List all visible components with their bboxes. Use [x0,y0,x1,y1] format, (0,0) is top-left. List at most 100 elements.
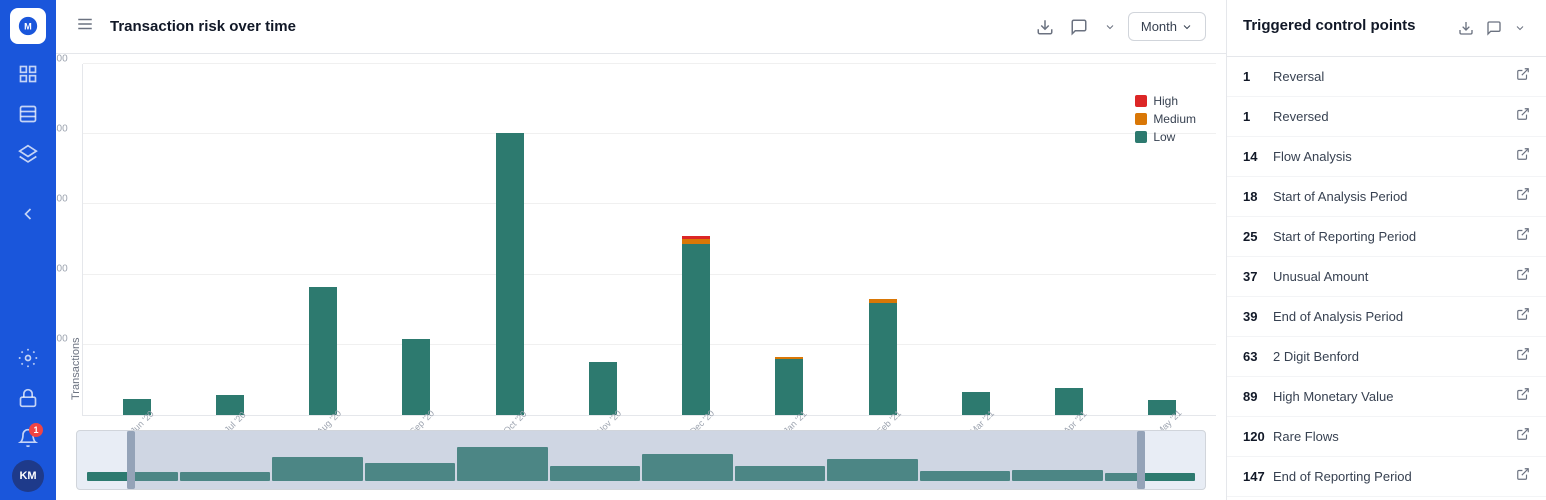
control-point-number: 18 [1243,189,1273,204]
control-point-number: 1 [1243,109,1273,124]
external-link-icon[interactable] [1516,67,1530,86]
control-point-number: 39 [1243,309,1273,324]
bar-group[interactable] [1024,64,1115,415]
bar-stack [589,278,617,415]
legend-swatch [1135,113,1147,125]
chart-title: Transaction risk over time [110,18,1024,35]
legend-item: High [1135,94,1196,108]
sidebar-item-back[interactable] [10,196,46,232]
user-avatar[interactable]: KM [12,460,44,492]
external-link-icon[interactable] [1516,107,1530,126]
bar-segment-low [869,303,897,415]
bar-group[interactable] [557,64,648,415]
mini-handle-right[interactable] [1137,431,1145,489]
download-button[interactable] [1032,14,1058,40]
control-point-number: 14 [1243,149,1273,164]
external-link-icon[interactable] [1516,307,1530,326]
control-point-item[interactable]: 18Start of Analysis Period [1227,177,1546,217]
mini-handle-left[interactable] [127,431,135,489]
external-link-icon[interactable] [1516,267,1530,286]
external-link-icon[interactable] [1516,467,1530,486]
right-panel: Triggered control points 1Reversal1Rever… [1226,0,1546,500]
logo[interactable]: M [10,8,46,44]
control-point-number: 1 [1243,69,1273,84]
bar-group[interactable] [91,64,182,415]
legend-label: Low [1153,130,1175,144]
chart-area: Transactions 500400300200100 Jun '20Jul … [56,54,1226,500]
chevron-down-icon[interactable] [1100,17,1120,37]
bar-stack [682,164,710,415]
y-tick-label: 400 [56,123,68,134]
month-dropdown-button[interactable]: Month [1128,12,1206,41]
legend-swatch [1135,131,1147,143]
control-point-item[interactable]: 1Reversal [1227,57,1546,97]
bar-group[interactable] [744,64,835,415]
grid-and-bars: 500400300200100 [82,64,1216,416]
sidebar-item-notifications[interactable]: 1 [10,420,46,456]
y-tick-label: 200 [56,264,68,275]
y-tick-label: 100 [56,334,68,345]
menu-icon[interactable] [76,15,94,38]
control-point-name: Reversed [1273,109,1516,124]
control-point-number: 147 [1243,469,1273,484]
bar-group[interactable] [651,64,742,415]
control-point-name: End of Analysis Period [1273,309,1516,324]
bar-stack [216,332,244,415]
legend-swatch [1135,95,1147,107]
bar-group[interactable] [184,64,275,415]
legend: High Medium Low [1135,94,1196,144]
notification-badge: 1 [29,423,43,437]
control-point-item[interactable]: 89High Monetary Value [1227,377,1546,417]
sidebar: M 1 KM [0,0,56,500]
mini-chart[interactable] [76,430,1206,490]
control-point-item[interactable]: 1Reversed [1227,97,1546,137]
legend-item: Low [1135,130,1196,144]
y-tick-label: 300 [56,193,68,204]
legend-item: Medium [1135,112,1196,126]
mini-selection[interactable] [127,431,1145,489]
main-content: Transaction risk over time Month Transac… [56,0,1226,500]
control-point-item[interactable]: 25Start of Reporting Period [1227,217,1546,257]
comment-button[interactable] [1066,14,1092,40]
svg-text:M: M [24,22,32,32]
bar-group[interactable] [837,64,928,415]
bar-stack [869,213,897,415]
control-point-name: 2 Digit Benford [1273,349,1516,364]
external-link-icon[interactable] [1516,427,1530,446]
sidebar-item-settings[interactable] [10,340,46,376]
bar-stack [496,101,524,415]
panel-chevron-icon[interactable] [1510,18,1530,38]
sidebar-item-layers[interactable] [10,136,46,172]
control-point-item[interactable]: 632 Digit Benford [1227,337,1546,377]
sidebar-item-security[interactable] [10,380,46,416]
control-point-number: 37 [1243,269,1273,284]
external-link-icon[interactable] [1516,187,1530,206]
control-point-number: 63 [1243,349,1273,364]
control-points-list: 1Reversal1Reversed14Flow Analysis18Start… [1227,57,1546,500]
external-link-icon[interactable] [1516,387,1530,406]
external-link-icon[interactable] [1516,227,1530,246]
bar-group[interactable] [464,64,555,415]
sidebar-item-analytics[interactable] [10,96,46,132]
control-point-item[interactable]: 147End of Reporting Period [1227,457,1546,497]
sidebar-item-dashboard[interactable] [10,56,46,92]
control-point-item[interactable]: 14Flow Analysis [1227,137,1546,177]
bar-group[interactable] [278,64,369,415]
bar-stack [775,273,803,416]
panel-header-actions [1454,16,1530,40]
control-point-item[interactable]: 39End of Analysis Period [1227,297,1546,337]
x-labels: Jun '20Jul '20Aug '20Sep '20Oct '20Nov '… [82,416,1216,430]
control-point-number: 89 [1243,389,1273,404]
control-point-item[interactable]: 120Rare Flows [1227,417,1546,457]
external-link-icon[interactable] [1516,147,1530,166]
month-label: Month [1141,19,1177,34]
control-point-item[interactable]: 37Unusual Amount [1227,257,1546,297]
bar-group[interactable] [930,64,1021,415]
right-panel-title: Triggered control points [1243,16,1446,36]
bar-group[interactable] [371,64,462,415]
bar-stack [1148,343,1176,415]
bar-segment-low [682,244,710,415]
panel-comment-button[interactable] [1482,16,1506,40]
panel-download-button[interactable] [1454,16,1478,40]
external-link-icon[interactable] [1516,347,1530,366]
